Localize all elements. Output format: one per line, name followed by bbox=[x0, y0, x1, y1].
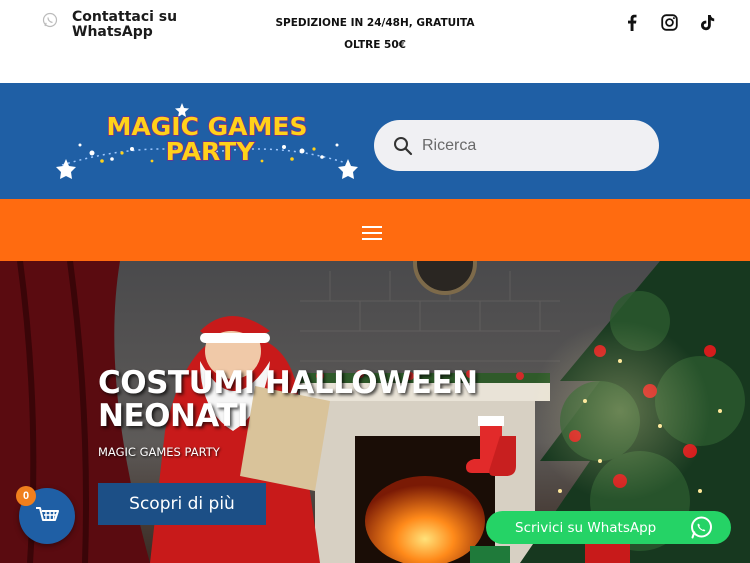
facebook-icon bbox=[628, 14, 637, 31]
top-bar: Contattaci su WhatsApp SPEDIZIONE IN 24/… bbox=[0, 0, 750, 83]
hero-title: COSTUMI HALLOWEEN NEONATI bbox=[98, 365, 478, 434]
search-bar[interactable] bbox=[374, 120, 659, 171]
whatsapp-chat-label: Scrivici su WhatsApp bbox=[515, 519, 657, 536]
instagram-link[interactable] bbox=[658, 11, 680, 33]
shipping-line-2: OLTRE 50€ bbox=[344, 39, 406, 51]
discover-more-button[interactable]: Scopri di più bbox=[98, 483, 266, 525]
site-logo[interactable]: MAGIC GAMES PARTY bbox=[52, 101, 362, 179]
search-input[interactable] bbox=[422, 136, 632, 155]
whatsapp-icon bbox=[42, 12, 58, 28]
tiktok-link[interactable] bbox=[696, 11, 718, 33]
tiktok-icon bbox=[700, 14, 714, 30]
shipping-notice: SPEDIZIONE IN 24/48H, GRATUITA OLTRE 50€ bbox=[262, 12, 488, 56]
cart-count-badge: 0 bbox=[16, 486, 36, 506]
cart-icon bbox=[36, 507, 59, 521]
whatsapp-contact-link[interactable]: Contattaci su WhatsApp bbox=[42, 10, 192, 40]
site-header: MAGIC GAMES PARTY bbox=[0, 83, 750, 199]
whatsapp-icon bbox=[691, 516, 712, 539]
search-icon[interactable] bbox=[393, 136, 413, 156]
shipping-line-1: SPEDIZIONE IN 24/48H, GRATUITA bbox=[275, 17, 475, 29]
hamburger-menu-icon[interactable] bbox=[362, 226, 382, 240]
contact-label: Contattaci su WhatsApp bbox=[72, 9, 178, 40]
instagram-icon bbox=[660, 13, 678, 31]
hero-subtitle: MAGIC GAMES PARTY bbox=[98, 445, 220, 459]
facebook-link[interactable] bbox=[621, 11, 643, 33]
svg-text:PARTY: PARTY bbox=[166, 137, 256, 166]
whatsapp-chat-button[interactable]: Scrivici su WhatsApp bbox=[486, 511, 731, 544]
main-nav-bar bbox=[0, 199, 750, 261]
